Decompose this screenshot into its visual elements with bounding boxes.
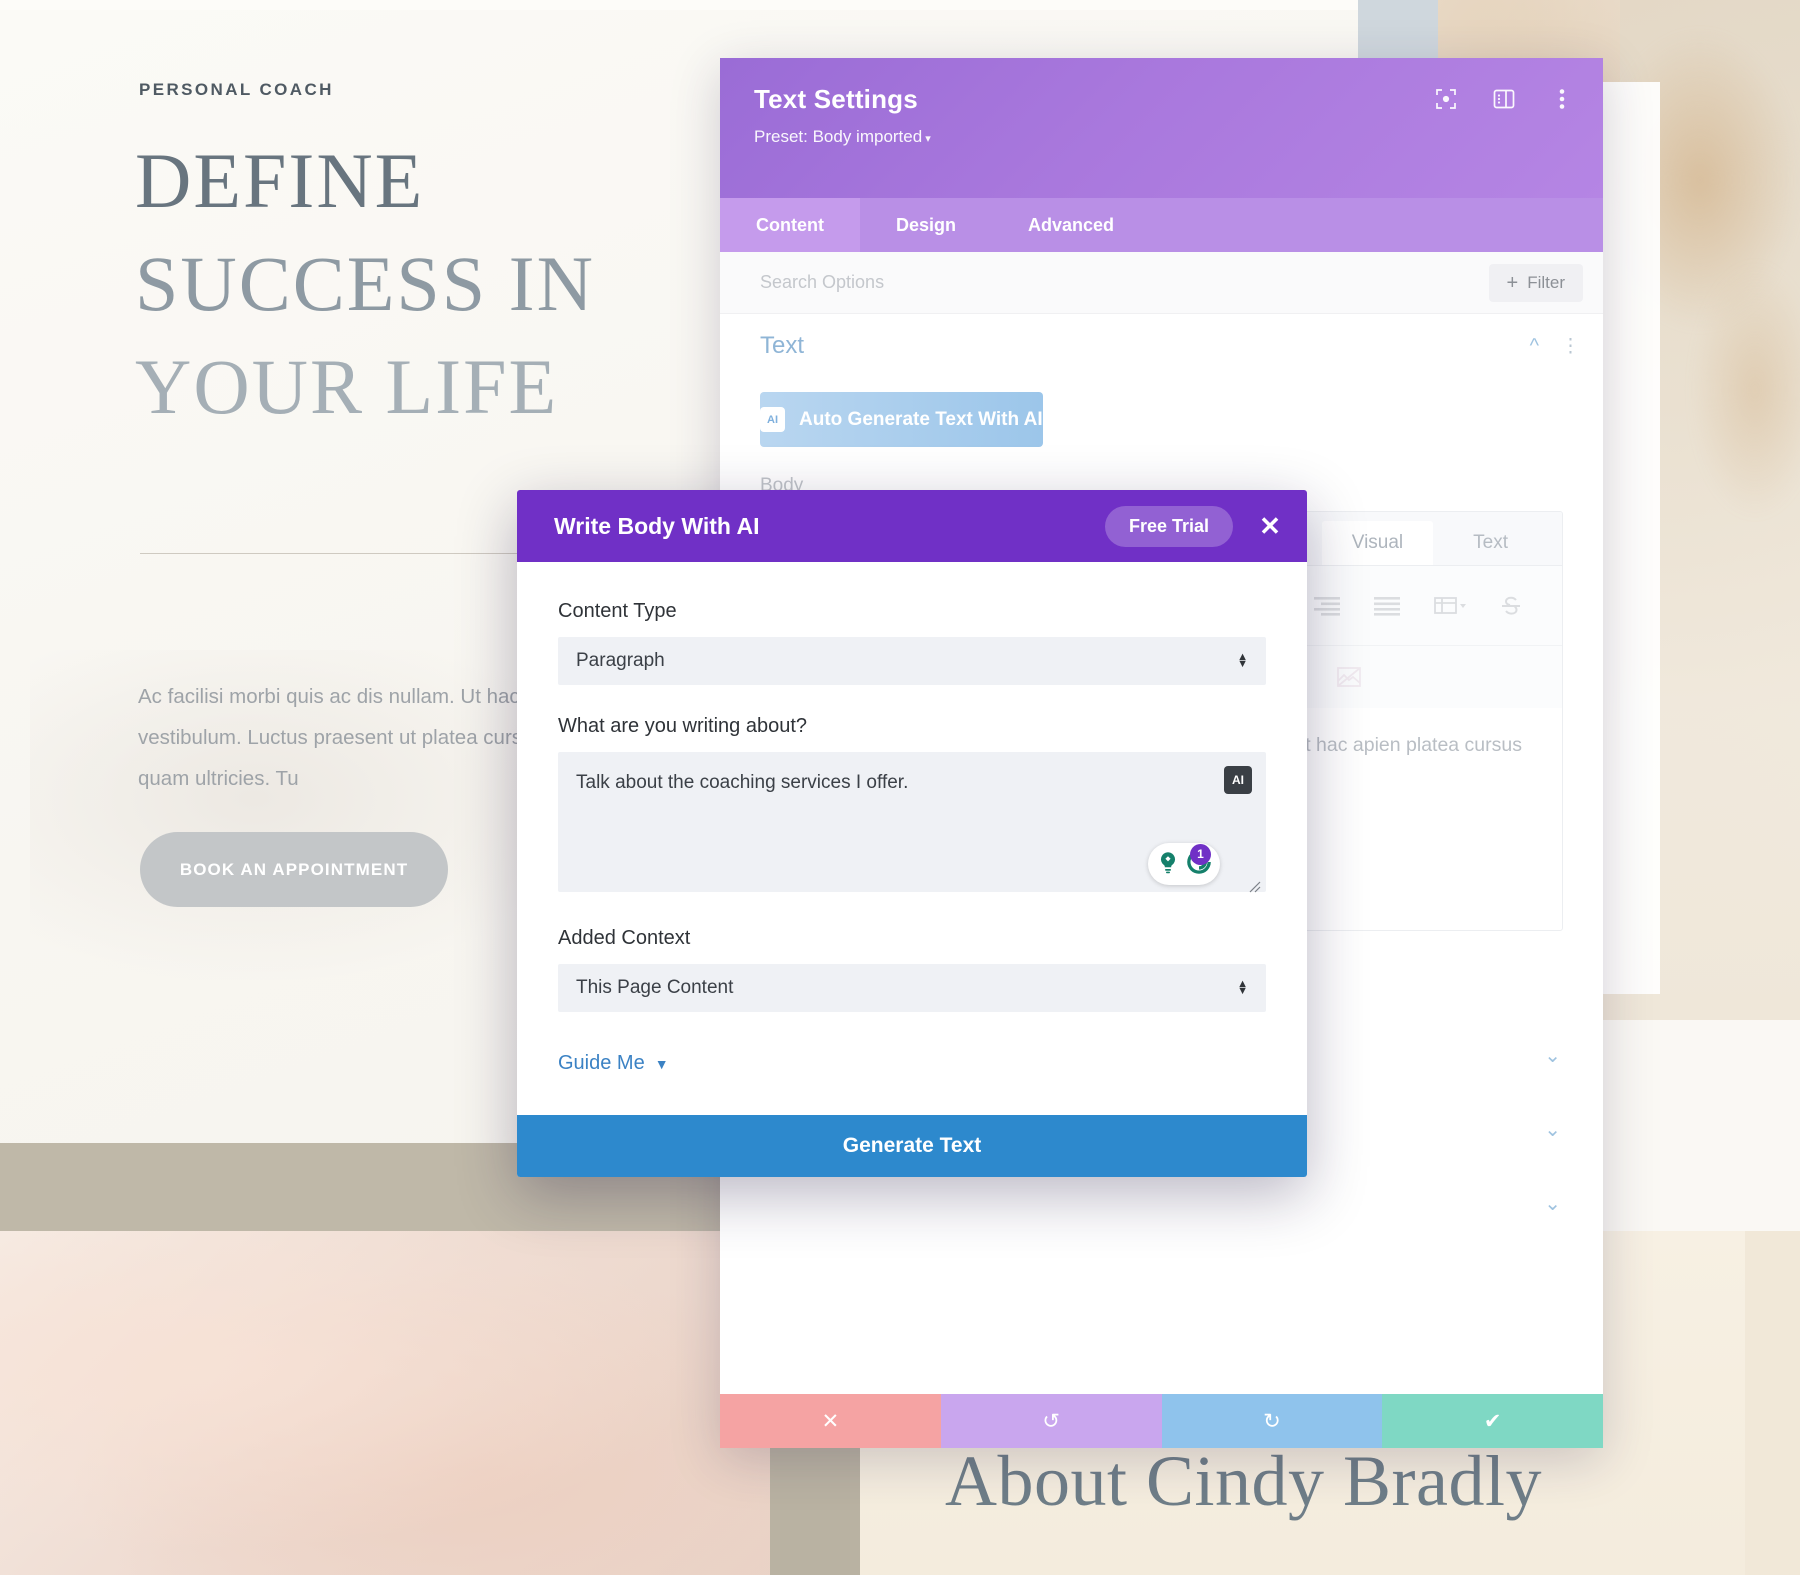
tab-text[interactable]: Text [1443, 521, 1538, 565]
grammarly-alert-count: 1 [1190, 843, 1211, 865]
chevron-down-icon-2[interactable]: ⌄ [1544, 1117, 1561, 1142]
filter-button[interactable]: + Filter [1488, 264, 1583, 302]
panel-footer-actions: ✕ ↺ ↻ ✔ [720, 1394, 1603, 1448]
added-context-label: Added Context [558, 927, 691, 949]
tab-content[interactable]: Content [720, 198, 860, 252]
bottom-left-photo [0, 1231, 770, 1575]
auto-generate-text-with-ai-button[interactable]: AI Auto Generate Text With AI [760, 392, 1043, 447]
insert-table-icon[interactable] [1434, 596, 1466, 616]
panel-tab-bar: Content Design Advanced [720, 198, 1603, 252]
close-icon[interactable]: ✕ [1253, 509, 1287, 543]
top-right-strip [1358, 0, 1438, 62]
about-section-right-edge [1745, 1231, 1800, 1575]
chevron-up-icon[interactable]: ^ [1530, 335, 1539, 358]
free-trial-badge[interactable]: Free Trial [1104, 505, 1233, 547]
panel-preset-selector[interactable]: Preset: Body imported ▾ [754, 127, 1575, 147]
cancel-button[interactable]: ✕ [720, 1394, 941, 1448]
search-input[interactable]: Search Options [760, 272, 884, 293]
tab-visual[interactable]: Visual [1321, 521, 1434, 565]
kebab-menu-icon[interactable] [1551, 88, 1573, 110]
grammarly-lightbulb-icon[interactable] [1155, 849, 1181, 880]
panel-header-icons [1435, 88, 1573, 110]
headline-line-3: YOUR LIFE [135, 342, 559, 430]
book-appointment-button[interactable]: BOOK AN APPOINTMENT [140, 832, 448, 907]
screen-root: PERSONAL COACH DEFINE SUCCESS IN YOUR LI… [0, 0, 1800, 1575]
stepper-arrows-icon: ▲ ▼ [1237, 651, 1248, 670]
panel-preset-label: Preset: Body imported [754, 127, 923, 146]
write-body-with-ai-modal: Write Body With AI Free Trial ✕ Content … [517, 490, 1307, 1177]
hero-divider-rule [140, 553, 540, 554]
chevron-down-icon-guide: ▼ [654, 1055, 669, 1072]
ai-icon: AI [760, 407, 785, 432]
text-section-controls: ^ ⋮ [1530, 335, 1581, 358]
chevron-down-icon-3[interactable]: ⌄ [1544, 1191, 1561, 1216]
collapsed-section-3[interactable]: ⌄ [720, 1166, 1603, 1240]
filter-button-label: Filter [1527, 273, 1565, 292]
added-context-select[interactable]: This Page Content ▲ ▼ [558, 964, 1266, 1012]
panel-header: Text Settings Preset: Body imported ▾ [720, 58, 1603, 198]
generate-text-button[interactable]: Generate Text [517, 1115, 1307, 1177]
save-button[interactable]: ✔ [1382, 1394, 1603, 1448]
grammarly-widget[interactable]: 1 [1148, 843, 1220, 885]
text-section-label: Text [760, 332, 805, 359]
content-type-select[interactable]: Paragraph ▲ ▼ [558, 637, 1266, 685]
search-options-row: Search Options + Filter [720, 252, 1603, 314]
guide-me-toggle[interactable]: Guide Me ▼ [558, 1052, 1307, 1075]
modal-header-actions: Free Trial ✕ [1104, 505, 1287, 547]
content-type-label: Content Type [558, 600, 677, 622]
align-right-icon[interactable] [1314, 596, 1340, 616]
focus-icon[interactable] [1435, 88, 1457, 110]
headline-line-1: DEFINE [135, 137, 425, 224]
top-white-strip [0, 0, 1358, 10]
undo-button[interactable]: ↺ [940, 1394, 1162, 1448]
grammarly-logo-icon[interactable]: 1 [1185, 843, 1213, 881]
chevron-down-icon-1[interactable]: ⌄ [1544, 1043, 1561, 1068]
about-heading: About Cindy Bradly [945, 1441, 1542, 1521]
modal-header: Write Body With AI Free Trial ✕ [517, 490, 1307, 562]
stepper-arrows-icon-2: ▲ ▼ [1237, 978, 1248, 997]
tab-design[interactable]: Design [860, 198, 992, 252]
prompt-label: What are you writing about? [558, 715, 808, 737]
redo-button[interactable]: ↻ [1161, 1394, 1383, 1448]
align-justify-icon[interactable] [1374, 596, 1400, 616]
textarea-resize-handle[interactable] [1245, 877, 1261, 893]
hero-eyebrow: PERSONAL COACH [139, 80, 334, 99]
text-section-header[interactable]: Text ^ ⋮ [720, 314, 1603, 378]
plus-icon: + [1506, 272, 1519, 294]
insert-image-icon[interactable] [1336, 665, 1362, 689]
modal-title: Write Body With AI [554, 512, 760, 539]
chevron-down-icon: ▾ [925, 133, 931, 145]
page-title: DEFINE SUCCESS IN YOUR LIFE [135, 130, 775, 439]
strikethrough-icon[interactable] [1500, 595, 1522, 617]
added-context-value: This Page Content [576, 977, 734, 998]
layout-panel-icon[interactable] [1493, 88, 1515, 110]
tab-advanced[interactable]: Advanced [992, 198, 1150, 252]
section-kebab-icon[interactable]: ⋮ [1561, 335, 1581, 358]
ai-icon-prompt[interactable]: AI [1224, 766, 1252, 794]
auto-generate-label: Auto Generate Text With AI [799, 408, 1043, 430]
prompt-field-wrapper: AI [558, 752, 1266, 897]
modal-body: Content Type Paragraph ▲ ▼ What are you w… [517, 562, 1307, 1012]
content-type-value: Paragraph [576, 650, 665, 671]
headline-line-2: SUCCESS IN [135, 239, 595, 327]
guide-me-label: Guide Me [558, 1052, 645, 1074]
